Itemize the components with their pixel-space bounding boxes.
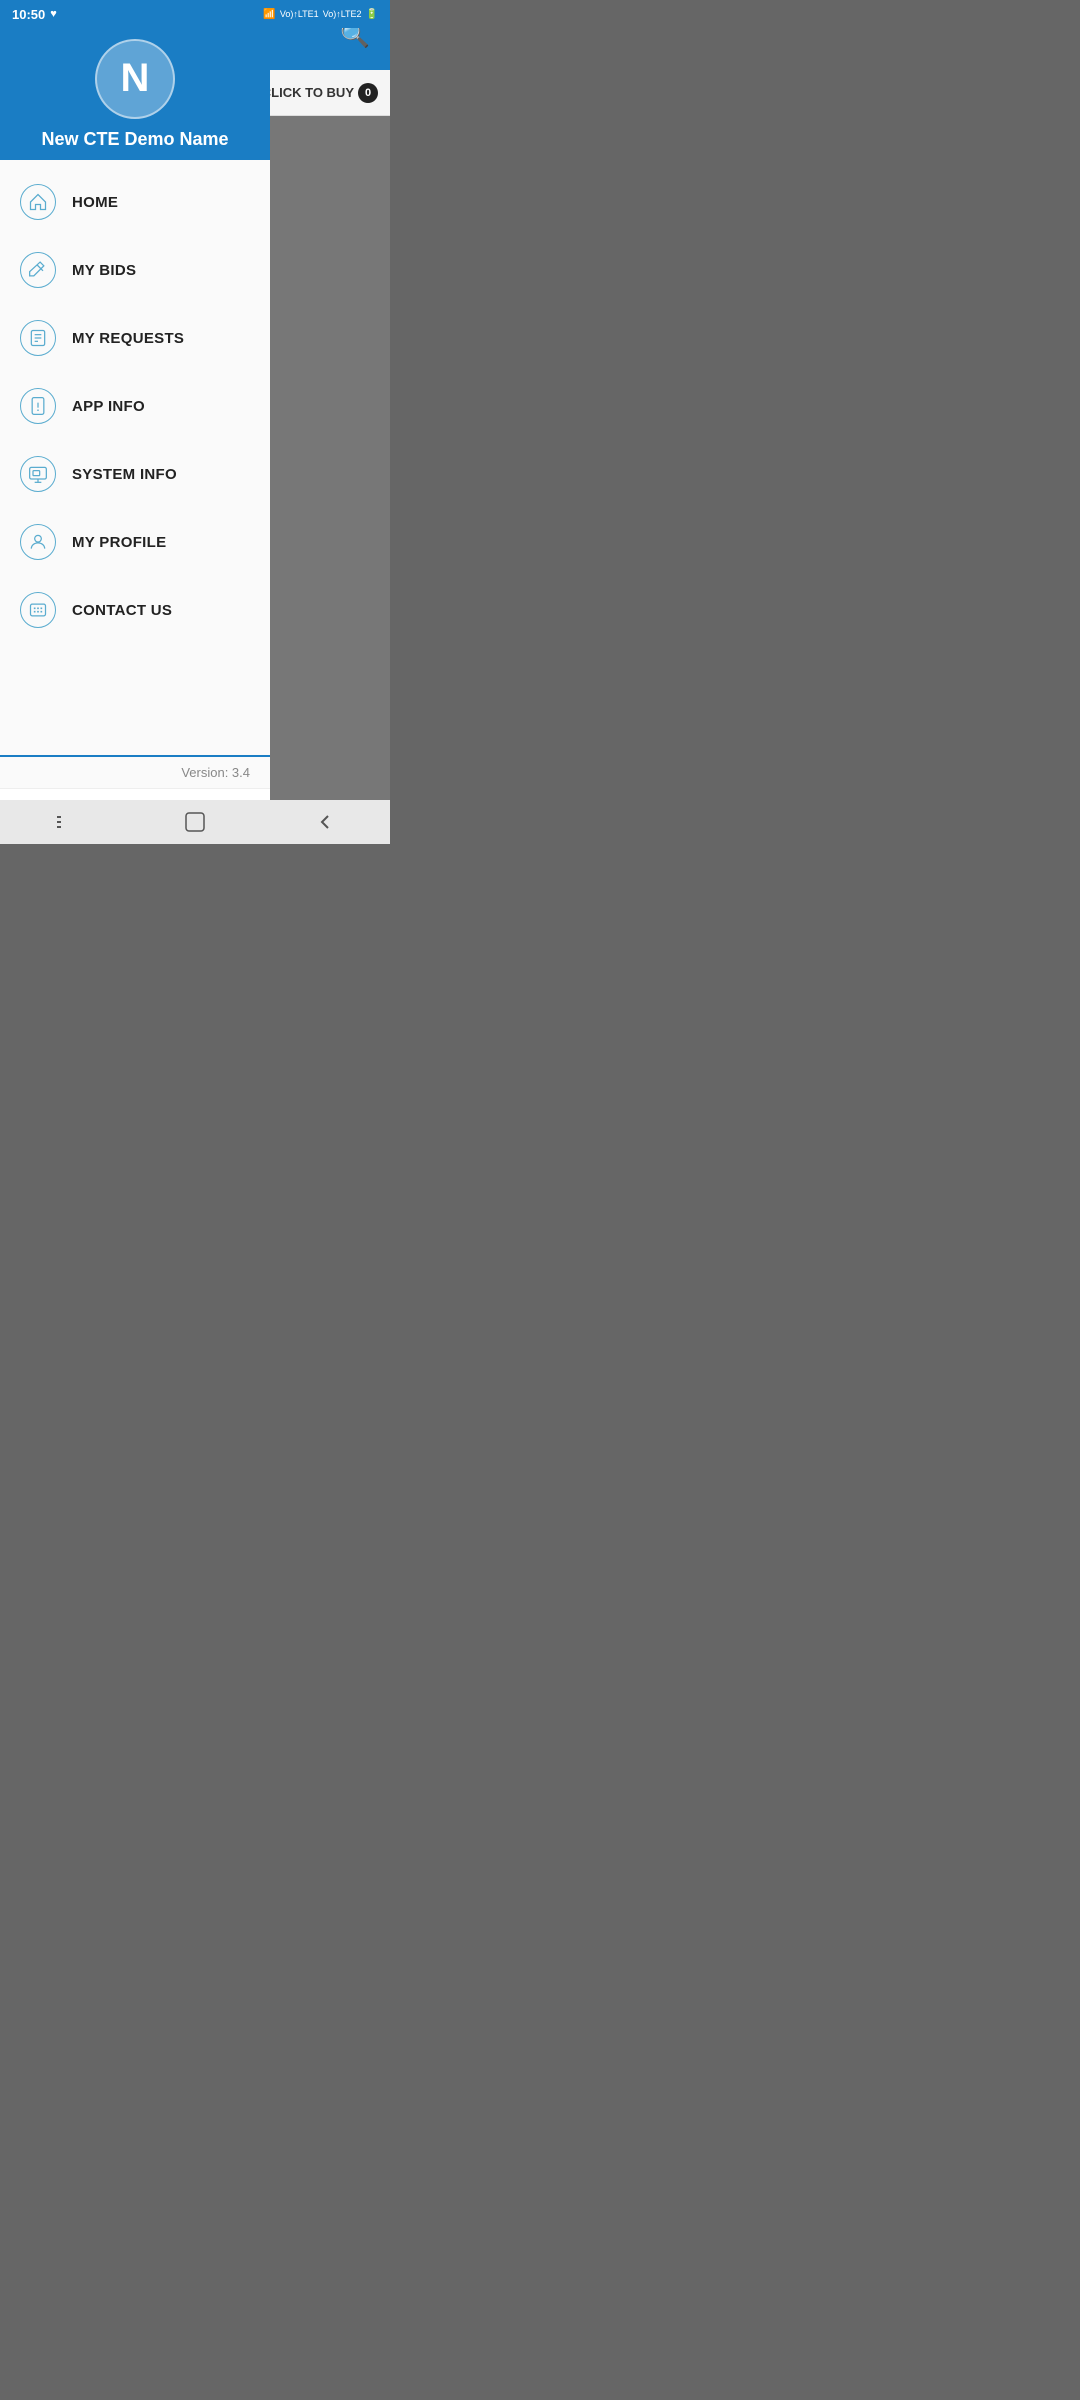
profile-icon bbox=[28, 532, 48, 552]
avatar: N bbox=[95, 39, 175, 119]
signal-lte2-icon: Vo)↑LTE2 bbox=[323, 9, 362, 19]
version-row: Version: 3.4 bbox=[0, 755, 270, 788]
home-icon-circle bbox=[20, 184, 56, 220]
menu-label-my-profile: MY PROFILE bbox=[72, 534, 166, 551]
drawer-menu: HOME MY BIDS MY REQUESTS bbox=[0, 160, 270, 755]
menu-item-system-info[interactable]: SYSTEM INFO bbox=[0, 440, 270, 508]
wifi-icon: 📶 bbox=[263, 9, 275, 20]
requests-icon bbox=[28, 328, 48, 348]
menu-item-my-requests[interactable]: MY REQUESTS bbox=[0, 304, 270, 372]
side-drawer: N New CTE Demo Name HOME MY BIDS bbox=[0, 0, 270, 844]
requests-icon-circle bbox=[20, 320, 56, 356]
app-info-icon bbox=[28, 396, 48, 416]
menu-item-my-profile[interactable]: MY PROFILE bbox=[0, 508, 270, 576]
drawer-username: New CTE Demo Name bbox=[41, 129, 228, 150]
menu-item-app-info[interactable]: APP INFO bbox=[0, 372, 270, 440]
system-info-icon-circle bbox=[20, 456, 56, 492]
bids-icon-circle bbox=[20, 252, 56, 288]
nav-back-button[interactable] bbox=[303, 800, 347, 844]
menu-label-my-requests: MY REQUESTS bbox=[72, 330, 184, 347]
cart-badge: 0 bbox=[358, 83, 378, 103]
click-to-buy-button[interactable]: CLICK TO BUY 0 bbox=[262, 83, 378, 103]
contact-icon bbox=[28, 600, 48, 620]
app-info-icon-circle bbox=[20, 388, 56, 424]
heart-icon: ♥ bbox=[50, 8, 57, 20]
menu-item-contact-us[interactable]: CONTACT US bbox=[0, 576, 270, 644]
system-info-icon bbox=[28, 464, 48, 484]
signal-lte1-icon: Vo)↑LTE1 bbox=[280, 9, 319, 19]
nav-menu-button[interactable] bbox=[43, 800, 87, 844]
nav-home-button[interactable] bbox=[173, 800, 217, 844]
click-to-buy-label: CLICK TO BUY bbox=[262, 85, 354, 100]
avatar-letter: N bbox=[121, 56, 150, 101]
menu-label-app-info: APP INFO bbox=[72, 398, 145, 415]
contact-icon-circle bbox=[20, 592, 56, 628]
nav-bar bbox=[0, 800, 390, 844]
menu-item-home[interactable]: HOME bbox=[0, 168, 270, 236]
menu-label-home: HOME bbox=[72, 194, 118, 211]
menu-label-my-bids: MY BIDS bbox=[72, 262, 136, 279]
bids-icon bbox=[28, 260, 48, 280]
status-time: 10:50 bbox=[12, 7, 45, 22]
battery-icon: 🔋 bbox=[366, 9, 378, 20]
status-icons: 📶 Vo)↑LTE1 Vo)↑LTE2 🔋 bbox=[263, 9, 378, 20]
version-label: Version: 3.4 bbox=[181, 765, 250, 780]
menu-item-my-bids[interactable]: MY BIDS bbox=[0, 236, 270, 304]
profile-icon-circle bbox=[20, 524, 56, 560]
home-icon bbox=[28, 192, 48, 212]
menu-label-contact-us: CONTACT US bbox=[72, 602, 172, 619]
menu-label-system-info: SYSTEM INFO bbox=[72, 466, 177, 483]
status-bar: 10:50 ♥ 📶 Vo)↑LTE1 Vo)↑LTE2 🔋 bbox=[0, 0, 390, 28]
